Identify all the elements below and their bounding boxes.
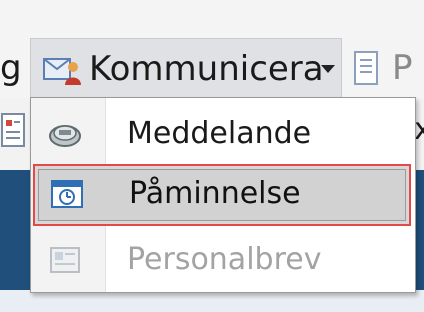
document-icon: [1, 113, 25, 147]
menu-item-personalbrev: Personalbrev: [35, 230, 411, 290]
communicate-button-label: Kommunicera: [89, 49, 324, 89]
toolbar-partial-text-left: g: [0, 48, 22, 88]
toolbar: g Kommunicera P: [0, 0, 424, 98]
reminder-clock-icon: [51, 180, 83, 208]
toolbar-partial-text-right[interactable]: P: [392, 48, 413, 88]
letter-icon: [50, 247, 80, 273]
communicate-button[interactable]: Kommunicera: [30, 38, 342, 98]
background-panel-lower: [0, 290, 424, 312]
menu-item-label: Personalbrev: [127, 242, 322, 277]
communicate-icon: [43, 58, 81, 85]
message-icon: [49, 125, 81, 147]
communicate-dropdown-menu: Meddelande Påminnelse Personalbrev: [30, 97, 416, 293]
menu-item-meddelande[interactable]: Meddelande: [35, 104, 411, 164]
menu-item-paminnelse[interactable]: Påminnelse: [33, 164, 411, 226]
menu-item-label: Meddelande: [127, 116, 312, 151]
document-icon[interactable]: [352, 50, 382, 88]
chevron-down-icon[interactable]: [321, 65, 335, 73]
menu-item-label: Påminnelse: [129, 176, 301, 211]
